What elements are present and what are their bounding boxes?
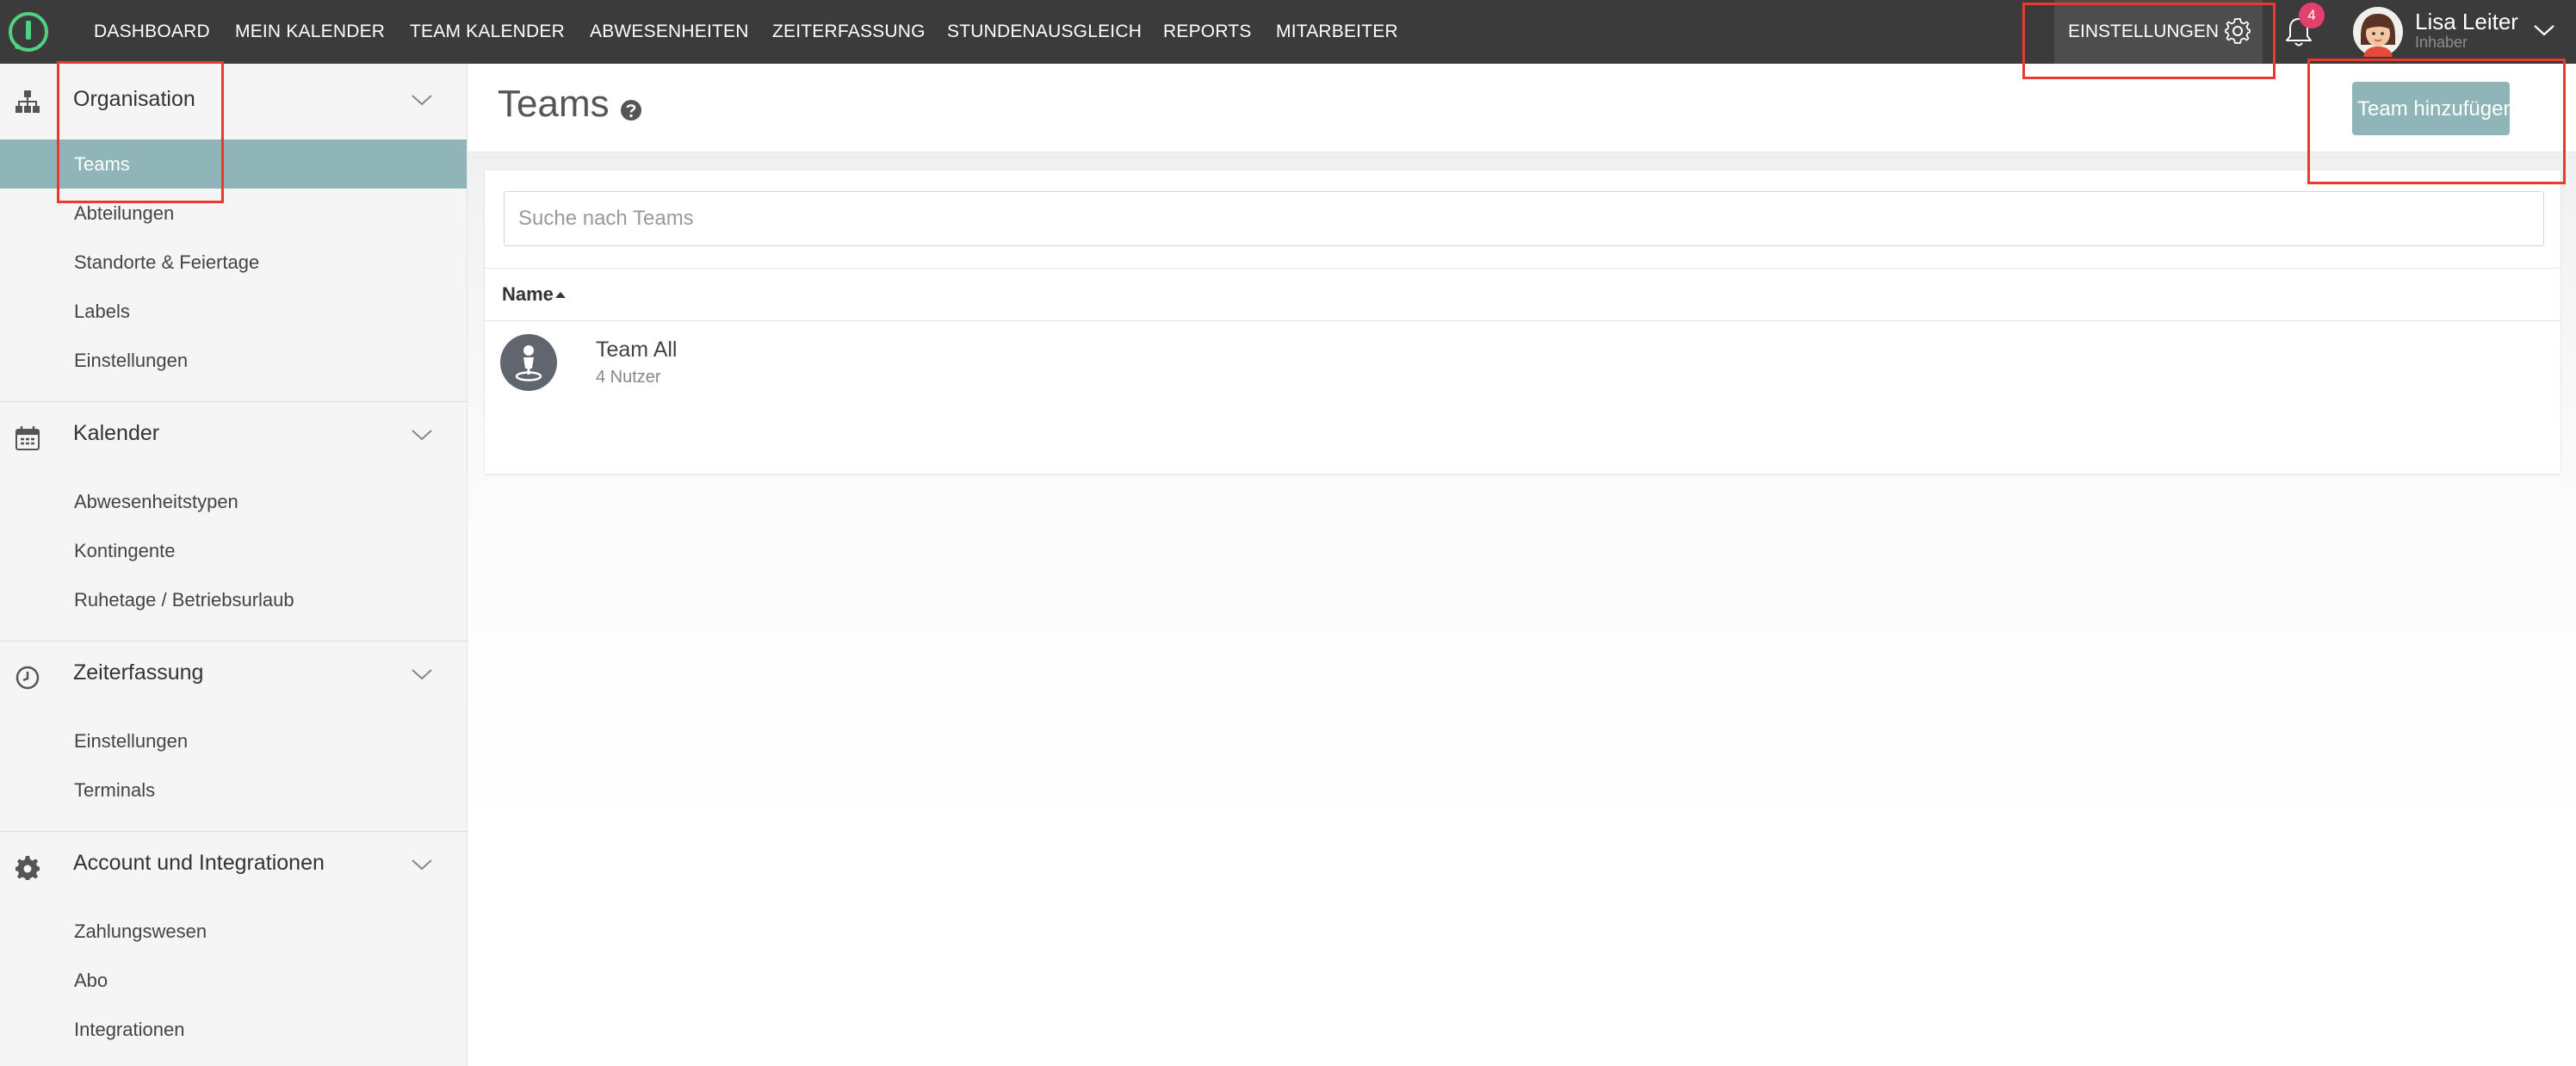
- section-title: Account und Integrationen: [73, 851, 325, 875]
- section-title: Zeiterfassung: [73, 660, 204, 685]
- add-team-button[interactable]: Team hinzufügen: [2352, 82, 2515, 135]
- sidebar-item-standorte-feiertage[interactable]: Standorte & Feiertage: [0, 238, 467, 287]
- section-title: Kalender: [73, 421, 160, 445]
- nav-reports[interactable]: REPORTS: [1163, 0, 1252, 64]
- sidebar-item-ruhetage-betriebsurlaub[interactable]: Ruhetage / Betriebsurlaub: [0, 575, 467, 624]
- chevron-down-icon: [412, 669, 432, 680]
- sidebar-item-abwesenheitstypen[interactable]: Abwesenheitstypen: [0, 477, 467, 526]
- sidebar-item-integrationen[interactable]: Integrationen: [0, 1005, 467, 1054]
- sidebar-item-label: Abwesenheitstypen: [74, 491, 238, 512]
- section-organisation[interactable]: Organisation: [0, 64, 467, 133]
- page-header: Teams Team hinzufügen: [468, 64, 2576, 152]
- chevron-down-icon: [412, 95, 432, 106]
- nav-dashboard[interactable]: DASHBOARD: [94, 0, 210, 64]
- sidebar-item-label: Labels: [74, 301, 130, 322]
- app-logo[interactable]: [7, 10, 50, 53]
- calendar-icon: [15, 426, 40, 450]
- nav-stundenausgleich[interactable]: STUNDENAUSGLEICH: [947, 0, 1142, 64]
- nav-einstellungen[interactable]: EINSTELLUNGEN: [2054, 0, 2263, 64]
- team-user-count: 4 Nutzer: [596, 368, 661, 387]
- settings-sidebar: Organisation Teams Abteilungen Standorte…: [0, 64, 468, 1066]
- teams-card: Name Team All 4 Nutzer: [485, 170, 2561, 474]
- page-title: Teams: [498, 83, 610, 125]
- section-title: Organisation: [73, 87, 195, 111]
- sidebar-item-terminals[interactable]: Terminals: [0, 765, 467, 815]
- top-navigation-bar: DASHBOARD MEIN KALENDER TEAM KALENDER AB…: [0, 0, 2576, 64]
- section-zeiterfassung[interactable]: Zeiterfassung: [0, 641, 467, 710]
- sidebar-item-label: Abteilungen: [74, 202, 175, 224]
- sidebar-item-abo[interactable]: Abo: [0, 956, 467, 1005]
- table-header: Name: [485, 268, 2561, 321]
- avatar[interactable]: [2353, 7, 2403, 57]
- sidebar-item-label: Einstellungen: [74, 350, 189, 371]
- sidebar-item-label: Kontingente: [74, 540, 176, 561]
- nav-abwesenheiten[interactable]: ABWESENHEITEN: [590, 0, 749, 64]
- column-header-name[interactable]: Name: [502, 269, 554, 320]
- sidebar-item-zahlungswesen[interactable]: Zahlungswesen: [0, 907, 467, 956]
- chevron-down-icon: [412, 430, 432, 441]
- sidebar-item-teams[interactable]: Teams: [0, 139, 467, 189]
- clock-icon: [15, 666, 40, 690]
- sidebar-item-abteilungen[interactable]: Abteilungen: [0, 189, 467, 238]
- nav-mein-kalender[interactable]: MEIN KALENDER: [235, 0, 385, 64]
- team-avatar-icon: [500, 334, 557, 391]
- user-name[interactable]: Lisa Leiter: [2415, 9, 2518, 35]
- sidebar-item-label: Standorte & Feiertage: [74, 251, 260, 273]
- team-name[interactable]: Team All: [596, 338, 677, 363]
- sidebar-item-label: Terminals: [74, 779, 156, 801]
- nav-einstellungen-label: EINSTELLUNGEN: [2068, 22, 2220, 41]
- sidebar-item-label: Teams: [74, 153, 130, 175]
- chevron-down-icon[interactable]: [2533, 22, 2555, 38]
- sidebar-item-label: Einstellungen: [74, 730, 189, 752]
- sidebar-item-label: Ruhetage / Betriebsurlaub: [74, 589, 294, 610]
- sidebar-item-label: Integrationen: [74, 1019, 185, 1040]
- sort-ascending-icon[interactable]: [554, 290, 567, 299]
- sidebar-item-kontingente[interactable]: Kontingente: [0, 526, 467, 575]
- chevron-down-icon: [412, 859, 432, 871]
- notification-count-badge: 4: [2299, 3, 2325, 28]
- section-kalender[interactable]: Kalender: [0, 402, 467, 471]
- sidebar-item-label: Abo: [74, 970, 108, 991]
- cog-icon: [15, 856, 40, 880]
- sidebar-item-einstellungen[interactable]: Einstellungen: [0, 336, 467, 385]
- section-account-integrationen[interactable]: Account und Integrationen: [0, 832, 467, 901]
- sidebar-item-label: Zahlungswesen: [74, 920, 207, 942]
- main-content: Teams Team hinzufügen Name Team All 4: [468, 64, 2576, 1066]
- search-input[interactable]: [504, 191, 2544, 246]
- table-row[interactable]: Team All 4 Nutzer: [485, 320, 2561, 406]
- sidebar-item-labels[interactable]: Labels: [0, 287, 467, 336]
- gear-icon: [2225, 18, 2251, 44]
- sitemap-icon: [15, 90, 40, 113]
- help-icon[interactable]: [619, 98, 643, 122]
- sidebar-item-zeiterfassung-einstellungen[interactable]: Einstellungen: [0, 716, 467, 765]
- user-role: Inhaber: [2415, 34, 2468, 51]
- nav-zeiterfassung[interactable]: ZEITERFASSUNG: [772, 0, 926, 64]
- nav-mitarbeiter[interactable]: MITARBEITER: [1276, 0, 1398, 64]
- nav-team-kalender[interactable]: TEAM KALENDER: [410, 0, 565, 64]
